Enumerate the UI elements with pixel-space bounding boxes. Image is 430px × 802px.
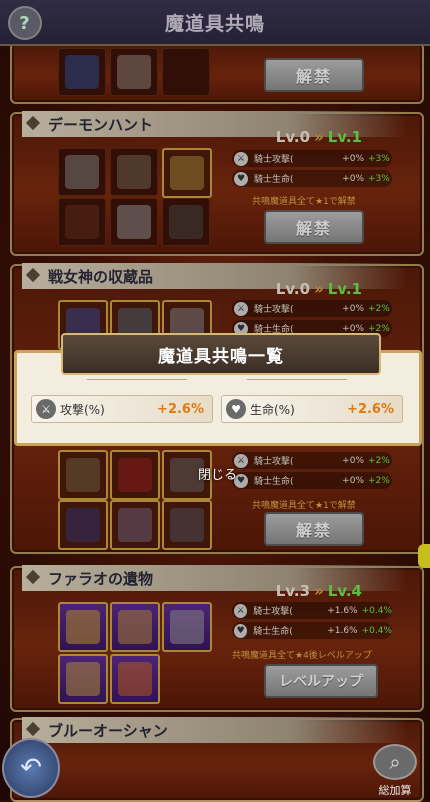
divider bbox=[87, 379, 187, 380]
modal-title: 魔道具共鳴一覧 bbox=[61, 333, 381, 375]
magnifier-icon: ⌕ bbox=[373, 744, 417, 780]
back-arrow-icon: ↶ bbox=[20, 753, 42, 783]
resonance-summary-modal: 魔道具共鳴一覧 ⚔ 攻撃(%) +2.6% ♥ 生命(%) +2.6% bbox=[14, 333, 422, 446]
hp-total: ♥ 生命(%) +2.6% bbox=[221, 395, 403, 423]
total-sum-button[interactable]: ⌕ 総加算 bbox=[370, 744, 420, 798]
sword-icon: ⚔ bbox=[36, 399, 56, 419]
close-button[interactable]: 閉じる bbox=[198, 464, 237, 483]
total-sum-label: 総加算 bbox=[378, 784, 412, 797]
divider bbox=[247, 379, 347, 380]
back-button[interactable]: ↶ bbox=[2, 738, 60, 798]
attack-total: ⚔ 攻撃(%) +2.6% bbox=[31, 395, 213, 423]
heart-icon: ♥ bbox=[226, 399, 246, 419]
